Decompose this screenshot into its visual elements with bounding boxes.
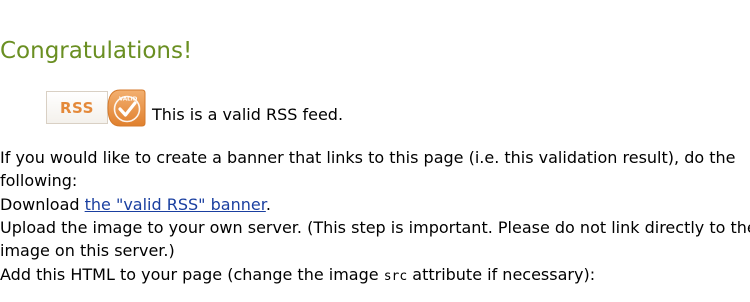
valid-feed-row: RSS VALID This is a valid RSS feed. <box>46 86 344 127</box>
upload-step-line-2: image on this server.) <box>0 241 175 260</box>
intro-text-line-2: following: <box>0 171 78 190</box>
src-attribute-code: src <box>383 269 408 284</box>
feed-status-text: This is a valid RSS feed. <box>152 105 344 124</box>
upload-step-line-1: Upload the image to your own server. (Th… <box>0 218 750 237</box>
badge-rss-label: RSS <box>60 98 94 117</box>
add-html-prefix: Add this HTML to your page (change the i… <box>0 265 384 284</box>
download-prefix: Download <box>0 195 85 214</box>
badge-rss-box: RSS <box>46 91 108 124</box>
download-suffix: . <box>265 195 271 214</box>
add-html-suffix: attribute if necessary): <box>407 265 596 284</box>
valid-rss-badge: RSS VALID <box>46 89 148 127</box>
intro-text-line-1: If you would like to create a banner tha… <box>0 148 736 167</box>
congratulations-heading: Congratulations! <box>0 38 193 64</box>
add-html-step: Add this HTML to your page (change the i… <box>0 263 595 288</box>
validation-result-page: Congratulations! RSS VALID This is a val… <box>0 0 750 302</box>
valid-rss-banner-link[interactable]: the "valid RSS" banner <box>85 195 266 214</box>
valid-checkmark-icon: VALID <box>107 89 146 127</box>
download-step: Download the "valid RSS" banner. <box>0 193 271 216</box>
